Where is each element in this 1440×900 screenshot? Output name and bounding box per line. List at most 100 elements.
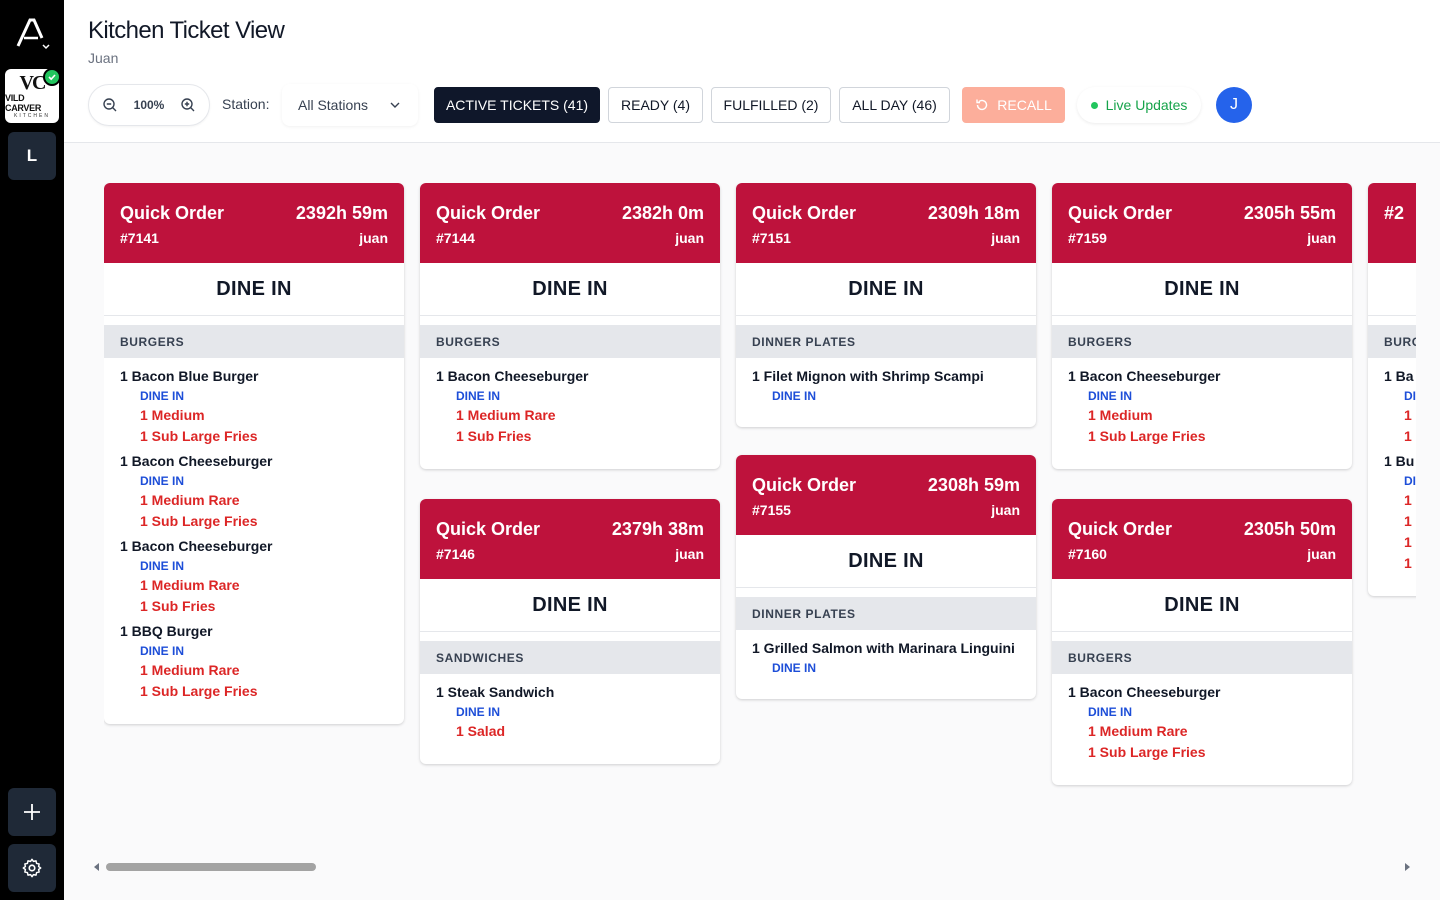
item-order-mode: DINE IN bbox=[140, 559, 185, 573]
list-item[interactable]: 1 Bacon Cheeseburger DINE IN 1 Medium Rare… bbox=[436, 368, 704, 445]
ticket-card[interactable]: Quick Order 2305h 55m #7159 juan DINE IN BURG… bbox=[1052, 183, 1352, 469]
user-avatar[interactable]: J bbox=[1216, 87, 1252, 123]
item-name: 1 Bacon Blue Burger bbox=[120, 368, 259, 384]
ticket-user: juan bbox=[359, 230, 388, 246]
ticket-card[interactable]: Quick Order 2379h 38m #7146 juan DINE IN SAND… bbox=[420, 499, 720, 764]
ticket-type: Quick Order bbox=[436, 203, 541, 223]
scroll-left-icon[interactable] bbox=[94, 863, 99, 871]
item-name: 1 BBQ Burger bbox=[120, 623, 213, 639]
list-item[interactable]: 1 Steak Sandwich DINE IN 1 Salad bbox=[436, 684, 704, 740]
zoom-in-icon[interactable] bbox=[180, 97, 196, 113]
ticket-category: SANDWICHES bbox=[420, 641, 720, 674]
list-item[interactable]: 1 Bacon Cheeseburger DINE IN 1 Medium Rare… bbox=[1068, 684, 1336, 761]
zoom-control: 100% bbox=[88, 84, 210, 126]
ticket-number: #7155 bbox=[752, 502, 791, 518]
ticket-items: 1 Ba DI 1 1 1 Bu DI 1 1 1 1 bbox=[1368, 358, 1416, 596]
ticket-elapsed-time: 2305h 50m bbox=[1243, 519, 1336, 539]
ticket-items: 1 Bacon Cheeseburger DINE IN 1 Medium 1 Sub… bbox=[1052, 358, 1352, 469]
item-modifier: 1 bbox=[1404, 492, 1412, 508]
ticket-order-mode: DINE IN bbox=[736, 263, 1036, 316]
item-modifier: 1 Medium bbox=[140, 407, 205, 423]
live-dot-icon bbox=[1090, 101, 1098, 109]
tab-fulfilled[interactable]: FULFILLED (2) bbox=[711, 87, 831, 123]
ticket-order-mode: DINE IN bbox=[1052, 579, 1352, 632]
ticket-header: Quick Order 2309h 18m #7151 juan bbox=[736, 183, 1036, 263]
list-item[interactable]: 1 Bacon Cheeseburger DINE IN 1 Medium Rare… bbox=[120, 453, 388, 530]
item-name: 1 Bacon Cheeseburger bbox=[436, 368, 589, 384]
item-order-mode: DI bbox=[1404, 474, 1416, 488]
ticket-items: 1 Grilled Salmon with Marinara Linguini D… bbox=[736, 630, 1036, 699]
list-item[interactable]: 1 BBQ Burger DINE IN 1 Medium Rare 1 Sub La… bbox=[120, 623, 388, 700]
list-item[interactable]: 1 Ba DI 1 1 bbox=[1384, 368, 1416, 445]
tab-active-tickets[interactable]: ACTIVE TICKETS (41) bbox=[434, 87, 600, 123]
list-item[interactable]: 1 Bacon Cheeseburger DINE IN 1 Medium 1 Sub… bbox=[1068, 368, 1336, 445]
list-item[interactable]: 1 Filet Mignon with Shrimp Scampi DINE IN bbox=[752, 368, 1020, 403]
chevron-down-icon bbox=[390, 102, 400, 108]
ticket-number: #7160 bbox=[1068, 546, 1107, 562]
ticket-elapsed-time: 2308h 59m bbox=[927, 475, 1020, 495]
brand-sub: KITCHEN bbox=[14, 113, 50, 119]
ticket-elapsed-time: 2379h 38m bbox=[611, 519, 704, 539]
item-order-mode: DINE IN bbox=[772, 389, 817, 403]
scroll-right-icon[interactable] bbox=[1405, 863, 1410, 871]
item-order-mode: DI bbox=[1404, 389, 1416, 403]
list-item[interactable]: 1 Bacon Blue Burger DINE IN 1 Medium 1 Sub … bbox=[120, 368, 388, 445]
list-item[interactable]: 1 Bacon Cheeseburger DINE IN 1 Medium Rare… bbox=[120, 538, 388, 615]
gear-icon bbox=[22, 858, 42, 878]
ticket-board: Quick Order 2392h 59m #7141 juan DINE IN BURG… bbox=[64, 143, 1440, 900]
scrollbar-thumb[interactable] bbox=[106, 863, 316, 871]
list-item[interactable]: 1 Grilled Salmon with Marinara Linguini D… bbox=[752, 640, 1020, 675]
ticket-card[interactable]: #2 BURG 1 Ba DI 1 1 1 Bu DI 1 1 1 1 bbox=[1368, 183, 1416, 596]
ticket-header: Quick Order 2392h 59m #7141 juan bbox=[104, 183, 404, 263]
ticket-type: Quick Order bbox=[752, 203, 857, 223]
item-modifier: 1 Medium bbox=[1088, 407, 1153, 423]
ticket-card[interactable]: Quick Order 2309h 18m #7151 juan DINE IN DINN… bbox=[736, 183, 1036, 427]
ticket-user: juan bbox=[1307, 546, 1336, 562]
tab-all-day[interactable]: ALL DAY (46) bbox=[839, 87, 950, 123]
brand-monogram: VC bbox=[19, 72, 47, 94]
horizontal-scrollbar[interactable] bbox=[94, 861, 1410, 875]
settings-button[interactable] bbox=[8, 844, 56, 892]
zoom-out-icon[interactable] bbox=[102, 97, 118, 113]
check-icon bbox=[43, 68, 61, 86]
ticket-type: Quick Order bbox=[1068, 519, 1173, 539]
item-modifier: 1 Sub Large Fries bbox=[140, 428, 258, 444]
tab-ready[interactable]: READY (4) bbox=[608, 87, 703, 123]
item-modifier: 1 bbox=[1404, 555, 1412, 571]
ticket-number: #7159 bbox=[1068, 230, 1107, 246]
item-modifier: 1 Sub Large Fries bbox=[1088, 428, 1206, 444]
brand-word: VILD CARVER bbox=[5, 93, 42, 113]
location-button[interactable]: L bbox=[8, 132, 56, 180]
refresh-icon bbox=[976, 99, 988, 111]
ticket-card[interactable]: Quick Order 2382h 0m #7144 juan DINE IN BURGE… bbox=[420, 183, 720, 469]
ticket-card[interactable]: Quick Order 2308h 59m #7155 juan DINE IN DINN… bbox=[736, 455, 1036, 699]
ticket-header: Quick Order 2379h 38m #7146 juan bbox=[420, 499, 720, 579]
item-modifier: 1 Medium Rare bbox=[456, 407, 556, 423]
item-name: 1 Bacon Cheeseburger bbox=[120, 538, 273, 554]
ticket-type: Quick Order bbox=[436, 519, 541, 539]
ticket-elapsed-time: 2382h 0m bbox=[621, 203, 704, 223]
station-select[interactable]: All Stations bbox=[282, 84, 418, 126]
ticket-category: DINNER PLATES bbox=[736, 325, 1036, 358]
list-item[interactable]: 1 Bu DI 1 1 1 1 bbox=[1384, 453, 1416, 572]
ticket-header: #2 bbox=[1368, 183, 1416, 263]
ticket-card[interactable]: Quick Order 2305h 50m #7160 juan DINE IN BURG… bbox=[1052, 499, 1352, 785]
ticket-card[interactable]: Quick Order 2392h 59m #7141 juan DINE IN BURG… bbox=[104, 183, 404, 724]
item-modifier: 1 Medium Rare bbox=[140, 492, 240, 508]
add-button[interactable] bbox=[8, 788, 56, 836]
item-modifier: 1 bbox=[1404, 407, 1412, 423]
ticket-number: #7151 bbox=[752, 230, 791, 246]
ticket-user: juan bbox=[1307, 230, 1336, 246]
station-label: Station: bbox=[222, 96, 270, 112]
recall-button[interactable]: RECALL bbox=[962, 87, 1065, 123]
ticket-user: juan bbox=[675, 230, 704, 246]
item-modifier: 1 Medium Rare bbox=[1088, 723, 1188, 739]
item-modifier: 1 Sub Large Fries bbox=[1088, 744, 1206, 760]
app-logo-icon[interactable] bbox=[12, 14, 52, 54]
page-title: Kitchen Ticket View bbox=[88, 17, 285, 44]
ticket-columns: Quick Order 2392h 59m #7141 juan DINE IN BURG… bbox=[104, 183, 1416, 823]
ticket-category: BURGERS bbox=[1052, 641, 1352, 674]
ticket-number: #7144 bbox=[436, 230, 475, 246]
ticket-type: Quick Order bbox=[120, 203, 225, 223]
item-modifier: 1 Sub Fries bbox=[140, 598, 216, 614]
